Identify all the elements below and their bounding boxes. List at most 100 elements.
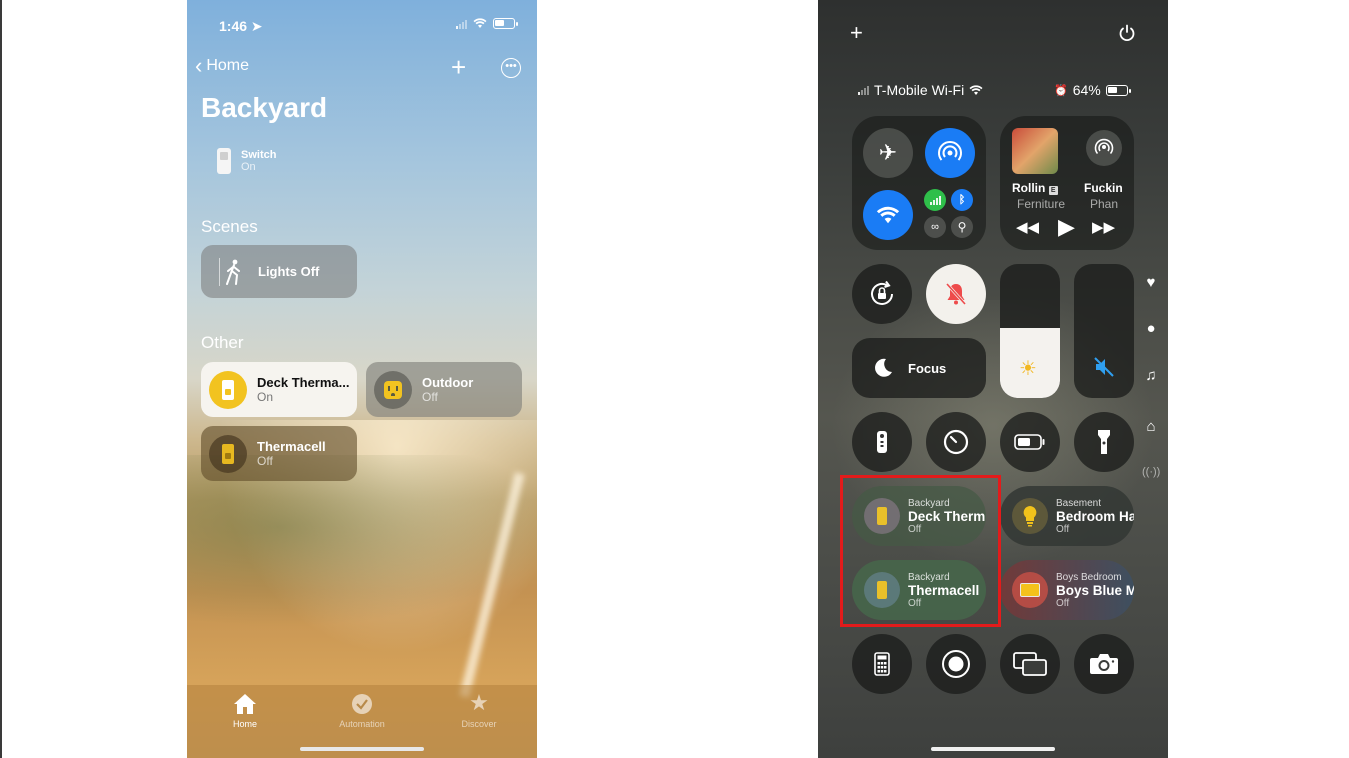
- home-indicator: [300, 747, 424, 751]
- cellular-toggle[interactable]: [924, 189, 946, 211]
- play-icon: ▶: [1058, 214, 1075, 239]
- rotation-lock-icon: [871, 280, 893, 305]
- rewind-button[interactable]: ◀◀: [1016, 218, 1039, 236]
- screen-edge: [0, 0, 2, 758]
- remote-button[interactable]: [852, 412, 912, 472]
- calculator-icon: [874, 652, 890, 676]
- control-center-screen: + T-Mobile Wi-Fi ⏰ 64% ✈ ᛒ ∞ ⚲ Rollin E …: [818, 0, 1168, 758]
- album-art[interactable]: [1012, 128, 1058, 174]
- track-next: Fuckin Phan: [1084, 181, 1123, 211]
- focus-button[interactable]: Focus: [852, 338, 986, 398]
- airdrop-toggle[interactable]: [925, 128, 975, 178]
- bluetooth-icon: ᛒ: [958, 194, 966, 206]
- sun-icon: ☀: [1019, 358, 1037, 380]
- home-app-screen: 1:46 ➤ ‹ Home + ••• Backyard Switch On S…: [187, 0, 537, 758]
- speaker-muted-icon: [1094, 357, 1114, 377]
- wifi-toggle[interactable]: [863, 190, 913, 240]
- battery-status: ⏰ 64%: [1054, 82, 1131, 98]
- broadcast-icon[interactable]: ((·)): [1142, 466, 1160, 478]
- dot-icon[interactable]: ●: [1142, 320, 1160, 337]
- switch-icon: [217, 148, 231, 174]
- camera-button[interactable]: [1074, 634, 1134, 694]
- battery-icon: [493, 18, 518, 29]
- screen-recording-button[interactable]: [926, 634, 986, 694]
- add-control-button[interactable]: +: [850, 20, 863, 46]
- more-options-button[interactable]: •••: [501, 58, 521, 78]
- outlet-icon: [374, 370, 412, 409]
- home-tile-boys-bedroom[interactable]: Boys Bedroom Boys Blue M Off: [1000, 560, 1134, 620]
- tile-outdoor[interactable]: Outdoor Off: [366, 362, 522, 417]
- thermacell-icon: [209, 370, 247, 409]
- tile-thermacell[interactable]: Thermacell Off: [201, 426, 357, 481]
- cellular-icon: [929, 195, 941, 205]
- page-title: Backyard: [201, 92, 328, 123]
- clock-check-icon: [322, 689, 402, 717]
- power-icon[interactable]: [1118, 24, 1136, 42]
- flashlight-icon: [1098, 430, 1110, 454]
- status-icons: [456, 18, 518, 29]
- moon-icon: [875, 358, 892, 377]
- home-icon[interactable]: ⌂: [1142, 418, 1160, 435]
- volume-slider[interactable]: [1074, 264, 1134, 398]
- thermacell-icon: [209, 434, 247, 473]
- satellite-toggle[interactable]: ⚲: [951, 216, 973, 238]
- location-arrow-icon: ➤: [250, 18, 263, 34]
- scene-lights-off[interactable]: Lights Off: [201, 245, 357, 298]
- airdrop-icon: [938, 141, 962, 161]
- screen-mirroring-icon: [1013, 652, 1047, 676]
- airplane-mode-toggle[interactable]: ✈: [863, 128, 913, 178]
- house-icon: [205, 689, 285, 717]
- wifi-icon: [969, 84, 983, 95]
- airplay-button[interactable]: [1086, 130, 1122, 166]
- bluetooth-toggle[interactable]: ᛒ: [951, 189, 973, 211]
- play-button[interactable]: ▶: [1058, 214, 1075, 240]
- back-button[interactable]: ‹ Home: [195, 53, 249, 78]
- brightness-slider[interactable]: ☀: [1000, 264, 1060, 398]
- battery-icon: [1105, 84, 1131, 96]
- heart-icon[interactable]: ♥: [1142, 274, 1160, 291]
- carrier-status: T-Mobile Wi-Fi: [858, 82, 983, 98]
- star-icon: ★: [469, 690, 489, 715]
- tab-discover[interactable]: ★ Discover: [439, 689, 519, 729]
- low-power-mode-button[interactable]: [1000, 412, 1060, 472]
- explicit-icon: E: [1048, 186, 1058, 195]
- signal-icon: [456, 19, 467, 29]
- link-icon: ∞: [931, 221, 939, 233]
- track-current: Rollin E Ferniture: [1012, 181, 1066, 211]
- other-heading: Other: [201, 333, 244, 352]
- add-button[interactable]: +: [451, 52, 466, 82]
- tab-home[interactable]: Home: [205, 689, 285, 729]
- flashlight-button[interactable]: [1074, 412, 1134, 472]
- calculator-button[interactable]: [852, 634, 912, 694]
- music-note-icon[interactable]: ♫: [1142, 367, 1160, 384]
- personal-hotspot-toggle[interactable]: ∞: [924, 216, 946, 238]
- walking-person-icon: [226, 259, 240, 285]
- rewind-icon: ◀◀: [1016, 219, 1040, 236]
- silent-mode-toggle[interactable]: [926, 264, 986, 324]
- status-time: 1:46 ➤: [219, 18, 263, 34]
- bell-slash-icon: [945, 282, 967, 306]
- record-icon: [942, 650, 970, 678]
- satellite-icon: ⚲: [957, 220, 967, 234]
- screen-mirroring-button[interactable]: [1000, 634, 1060, 694]
- chevron-left-icon: ‹: [195, 53, 203, 78]
- fast-forward-icon: ▶▶: [1092, 219, 1116, 236]
- scenes-heading: Scenes: [201, 217, 258, 236]
- camera-icon: [1090, 654, 1118, 674]
- alarm-icon: ⏰: [1054, 84, 1068, 97]
- timer-button[interactable]: [926, 412, 986, 472]
- airplay-icon: [1094, 138, 1114, 155]
- battery-icon: [1014, 434, 1045, 450]
- airplane-icon: ✈: [878, 140, 898, 165]
- light-panel-icon: [1012, 572, 1048, 608]
- highlight-box: [840, 475, 1001, 627]
- timer-icon: [943, 429, 969, 455]
- fast-forward-button[interactable]: ▶▶: [1092, 218, 1115, 236]
- remote-icon: [877, 431, 887, 453]
- home-tile-bedroom[interactable]: Basement Bedroom Ha Off: [1000, 486, 1134, 546]
- orientation-lock-toggle[interactable]: [852, 264, 912, 324]
- switch-accessory[interactable]: Switch On: [217, 148, 276, 174]
- home-indicator: [931, 747, 1055, 751]
- tab-automation[interactable]: Automation: [322, 689, 402, 729]
- tile-deck-thermacell[interactable]: Deck Therma... On: [201, 362, 357, 417]
